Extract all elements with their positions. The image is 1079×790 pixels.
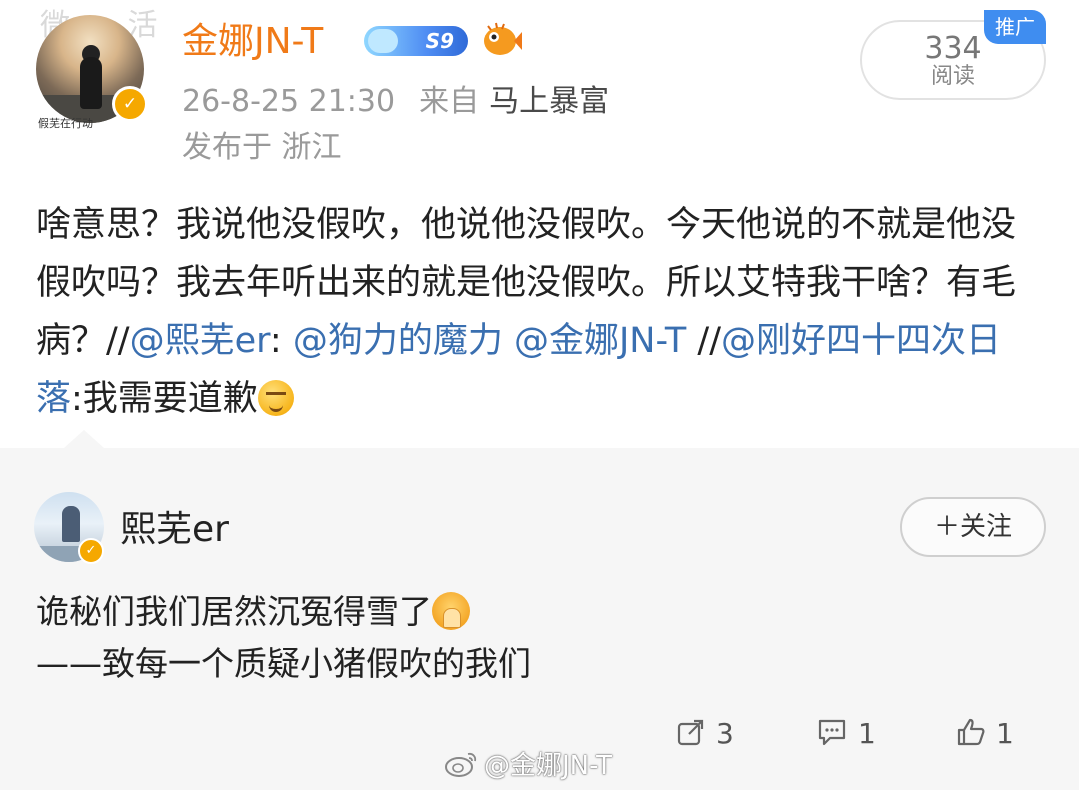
- post-location: 发布于 浙江: [182, 130, 342, 165]
- source-prefix: 来自: [419, 84, 480, 119]
- read-label: 阅读: [930, 64, 975, 89]
- follow-button[interactable]: ＋关注: [900, 497, 1046, 557]
- repost-line-2: ——致每一个质疑小猪假吹的我们: [36, 644, 531, 683]
- share-button[interactable]: 3: [676, 716, 734, 752]
- thumbs-up-icon: [957, 718, 985, 746]
- pufferfish-badge-icon[interactable]: [478, 20, 522, 60]
- verified-badge-icon: ✓: [112, 86, 148, 122]
- promote-tag[interactable]: 推广: [984, 10, 1046, 44]
- author-username[interactable]: 金娜JN-T: [182, 20, 323, 64]
- watermark-user: @金娜JN-T: [484, 751, 612, 781]
- like-count: 1: [996, 717, 1014, 750]
- post-text-part: :: [269, 321, 293, 361]
- post-meta: 26-8-25 21:30 来自 马上暴富: [182, 84, 609, 120]
- post-content: 啥意思？我说他没假吹，他说他没假吹。今天他说的不就是他没假吹吗？我去年听出来的就…: [36, 196, 1026, 428]
- mention-link[interactable]: @熙芜er: [130, 321, 270, 361]
- post-text-part: //: [686, 321, 722, 361]
- weibo-logo-icon: [445, 752, 477, 777]
- vip-level: S9: [425, 29, 454, 53]
- post-time: 26-8-25 21:30: [182, 84, 396, 119]
- share-count: 3: [716, 717, 734, 750]
- post-text-part: :我需要道歉: [71, 379, 258, 419]
- watermark-bottom: @金娜JN-T: [444, 750, 612, 782]
- post-text-part: [503, 321, 514, 361]
- repost-username[interactable]: 熙芜er: [120, 508, 229, 552]
- mention-link[interactable]: @金娜JN-T: [514, 321, 686, 361]
- comment-button[interactable]: 1: [816, 716, 876, 752]
- svip-badge-icon[interactable]: S9: [364, 26, 468, 56]
- like-button[interactable]: 1: [956, 716, 1014, 752]
- repost-verified-icon: ✓: [78, 538, 104, 564]
- repost-content: 诡秘们我们居然沉冤得雪了 ——致每一个质疑小猪假吹的我们: [36, 586, 1016, 690]
- avatar-caption: 假芜在行动: [38, 117, 93, 130]
- comment-count: 1: [858, 717, 876, 750]
- post-source-link[interactable]: 马上暴富: [489, 84, 609, 119]
- pray-emoji-icon: [432, 592, 470, 630]
- repost-line-1: 诡秘们我们居然沉冤得雪了: [36, 592, 432, 631]
- share-icon: [677, 719, 704, 746]
- smug-emoji-icon: [257, 380, 294, 416]
- comment-icon: [818, 719, 846, 746]
- mention-link[interactable]: @狗力的魔力: [293, 321, 503, 361]
